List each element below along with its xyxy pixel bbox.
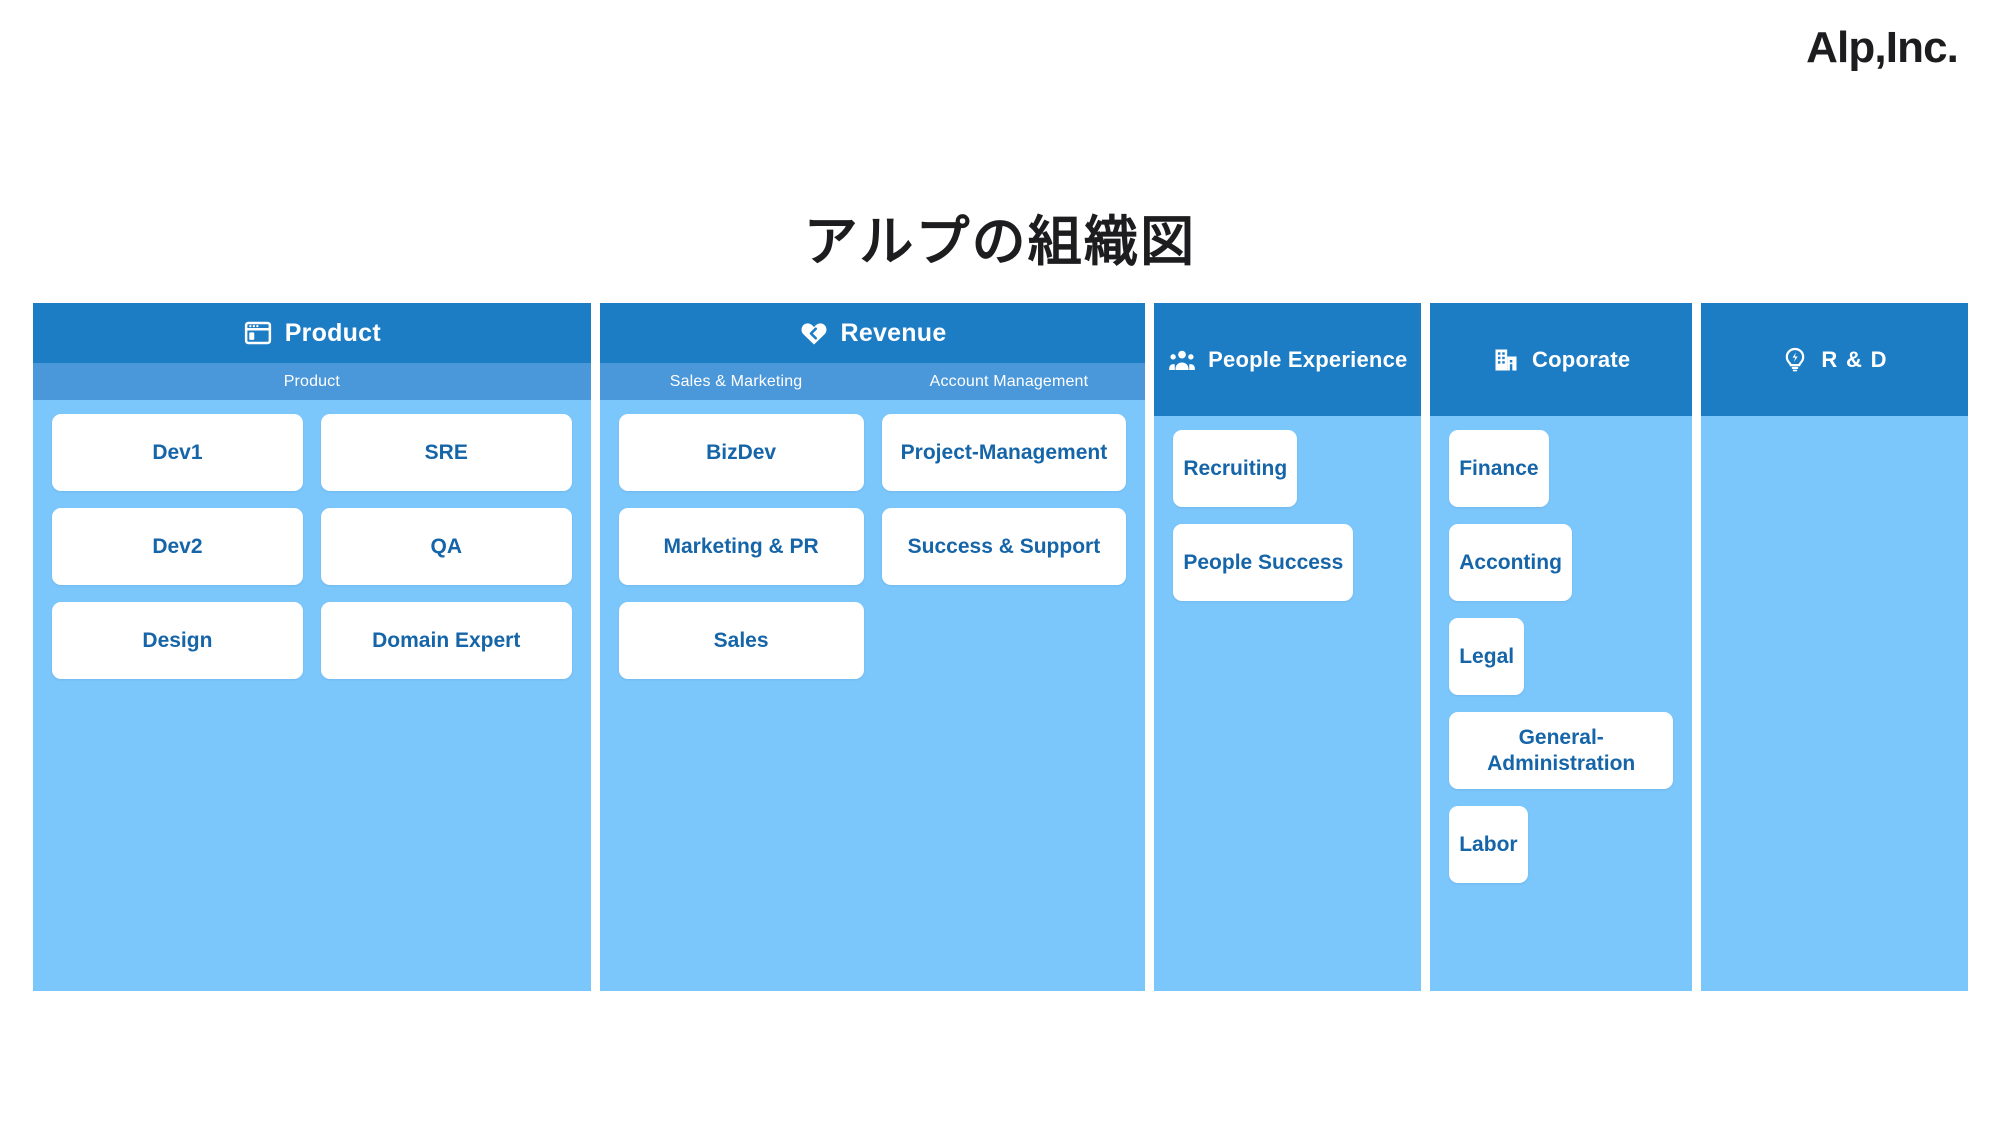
column-header-revenue: Revenue (599, 303, 1146, 363)
subgroup-column-sales-marketing: BizDev Marketing & PR Sales (618, 414, 864, 696)
team-card[interactable]: Acconting (1449, 524, 1572, 601)
column-header-people-experience: People Experience (1154, 303, 1422, 416)
team-card[interactable]: Success & Support (881, 508, 1127, 585)
column-body-rd (1701, 416, 1968, 991)
company-logo: Alp,Inc. (1806, 23, 1959, 72)
subgroup-label-sales-marketing: Sales & Marketing (669, 372, 803, 390)
team-card[interactable]: General-Administration (1449, 712, 1674, 789)
column-body-revenue: BizDev Marketing & PR Sales Project-Mana… (600, 400, 1146, 991)
team-card[interactable]: Recruiting (1173, 430, 1298, 507)
team-card[interactable]: Marketing & PR (618, 508, 864, 585)
team-card[interactable]: BizDev (618, 414, 864, 491)
org-column-people-experience: People Experience Recruiting People Succ… (1154, 303, 1422, 991)
team-card[interactable]: QA (320, 508, 572, 585)
team-card[interactable]: Design (52, 602, 303, 679)
column-body-product: Dev1 Dev2 Design SRE QA Domain Expert (33, 400, 591, 991)
column-header-label: Coporate (1532, 346, 1631, 372)
column-header-corporate: Coporate (1430, 303, 1693, 416)
team-card[interactable]: Legal (1449, 618, 1525, 695)
people-group-icon (1168, 346, 1196, 374)
org-column-revenue: Revenue Sales & Marketing Account Manage… (599, 303, 1146, 991)
team-card[interactable]: SRE (320, 414, 572, 491)
team-card[interactable]: Dev1 (52, 414, 303, 491)
subgroup-band-product: Product (33, 363, 591, 400)
subgroup-label-product: Product (283, 372, 340, 390)
team-card[interactable]: People Success (1173, 524, 1354, 601)
subgroup-column-product-right: SRE QA Domain Expert (320, 414, 572, 696)
team-card[interactable]: Project-Management (881, 414, 1127, 491)
column-header-label: R & D (1821, 346, 1888, 372)
column-header-label: People Experience (1208, 346, 1408, 372)
org-column-corporate: Coporate Finance Acconting Legal General… (1430, 303, 1693, 991)
subgroup-column-account-management: Project-Management Success & Support (881, 414, 1127, 602)
org-column-rd: R & D (1701, 303, 1968, 991)
team-card[interactable]: Dev2 (52, 508, 303, 585)
org-chart-board: Product Product Dev1 Dev2 Design SRE QA … (33, 303, 1968, 991)
lightbulb-bolt-icon (1781, 346, 1809, 374)
column-header-label: Revenue (840, 318, 947, 347)
heart-icon (799, 318, 829, 348)
building-icon (1492, 346, 1520, 374)
column-body-people-experience: Recruiting People Success (1154, 416, 1421, 991)
subgroup-column-product-left: Dev1 Dev2 Design (52, 414, 303, 696)
column-body-corporate: Finance Acconting Legal General-Administ… (1430, 416, 1692, 991)
subgroup-label-account-management: Account Management (929, 372, 1089, 390)
subgroup-band-revenue: Sales & Marketing Account Management (599, 363, 1146, 400)
browser-window-icon (243, 318, 273, 348)
team-card[interactable]: Sales (618, 602, 864, 679)
team-card[interactable]: Finance (1449, 430, 1549, 507)
team-card[interactable]: Domain Expert (320, 602, 572, 679)
column-header-product: Product (33, 303, 591, 363)
page-title: アルプの組織図 (803, 210, 1197, 274)
column-header-rd: R & D (1701, 303, 1968, 416)
column-header-label: Product (284, 318, 381, 347)
team-card[interactable]: Labor (1449, 806, 1528, 883)
org-column-product: Product Product Dev1 Dev2 Design SRE QA … (33, 303, 591, 991)
